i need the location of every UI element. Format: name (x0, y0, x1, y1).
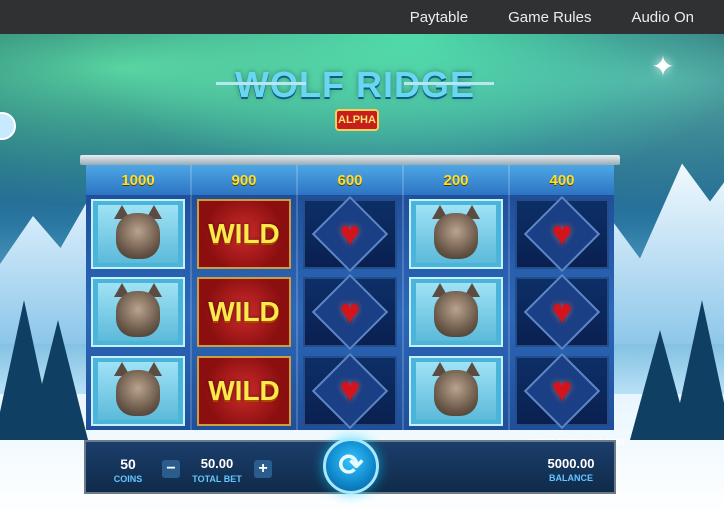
wild-symbol: WILD (197, 355, 291, 426)
wild-label: WILD (208, 374, 280, 406)
reel-1 (86, 195, 192, 430)
heart-icon: ♥ (551, 214, 573, 253)
heart-symbol: ♥ (303, 274, 397, 351)
reel-4 (404, 195, 510, 430)
logo-title: WOLF RIDGE (235, 64, 475, 105)
total-bet-label: TOTAL BET (192, 474, 242, 484)
total-bet-value: 50.00 (200, 456, 234, 471)
menu-paytable[interactable]: Paytable (410, 9, 468, 26)
paytable-value: 200 (443, 171, 469, 189)
paytable-cell: 400 (510, 165, 614, 195)
balance-label: BALANCE (549, 473, 593, 483)
wolf-symbol (91, 277, 185, 348)
refresh-icon: ⟳ (338, 449, 364, 482)
star-icon: ✦ (651, 51, 675, 82)
logo-badge: ALPHA (335, 109, 379, 131)
paytable-cell: 900 (192, 165, 298, 195)
menu-game-rules[interactable]: Game Rules (508, 9, 591, 26)
arrow-icon (216, 82, 306, 85)
wolf-symbol (409, 355, 503, 426)
heart-symbol: ♥ (515, 352, 609, 429)
menu-audio-toggle[interactable]: Audio On (631, 9, 694, 26)
paytable-value: 400 (549, 171, 575, 189)
paytable-cell: 600 (298, 165, 404, 195)
reels-grid: WILD WILD WILD ♥ ♥ ♥ ♥ ♥ ♥ (86, 195, 614, 430)
heart-icon: ♥ (339, 292, 361, 331)
arrow-icon (404, 82, 494, 85)
heart-icon: ♥ (551, 292, 573, 331)
balance-display: 5000.00 BALANCE (536, 456, 606, 483)
wild-symbol: WILD (197, 277, 291, 348)
heart-icon: ♥ (339, 214, 361, 253)
paytable-row: 1000 900 600 200 400 (86, 165, 614, 195)
heart-symbol: ♥ (515, 195, 609, 273)
paytable-value: 600 (337, 171, 363, 189)
wolf-symbol (409, 199, 503, 270)
slot-machine: 1000 900 600 200 400 WILD WILD WILD ♥ ♥ … (80, 155, 620, 455)
wild-label: WILD (208, 218, 280, 250)
reel-5: ♥ ♥ ♥ (510, 195, 614, 430)
increase-bet-button[interactable]: + (254, 460, 272, 478)
coins-label: COINS (113, 474, 143, 484)
paytable-value: 900 (231, 171, 257, 189)
decrease-bet-button[interactable]: − (162, 460, 180, 478)
paytable-cell: 200 (404, 165, 510, 195)
machine-frame-top (80, 155, 620, 165)
heart-symbol: ♥ (303, 195, 397, 273)
coins-value: 50 (120, 456, 136, 472)
heart-icon: ♥ (339, 371, 361, 410)
pine-tree (28, 320, 88, 440)
paytable-cell: 1000 (86, 165, 192, 195)
heart-icon: ♥ (551, 371, 573, 410)
heart-symbol: ♥ (515, 274, 609, 351)
wolf-symbol (91, 355, 185, 426)
wolf-symbol (91, 199, 185, 270)
coins-display: 50 COINS (108, 456, 148, 484)
spin-button[interactable]: ⟳ (323, 438, 379, 494)
total-bet-control: − 50.00 TOTAL BET + (162, 456, 272, 488)
wild-symbol: WILD (197, 199, 291, 270)
reel-3: ♥ ♥ ♥ (298, 195, 404, 430)
reel-2: WILD WILD WILD (192, 195, 298, 430)
pine-tree (630, 330, 690, 440)
game-logo: WOLF RIDGE ALPHA (210, 64, 500, 134)
top-bar: Paytable Game Rules Audio On (0, 0, 724, 34)
wolf-symbol (409, 277, 503, 348)
wild-label: WILD (208, 296, 280, 328)
heart-symbol: ♥ (303, 352, 397, 429)
paytable-value: 1000 (121, 171, 155, 189)
balance-value: 5000.00 (547, 456, 595, 471)
